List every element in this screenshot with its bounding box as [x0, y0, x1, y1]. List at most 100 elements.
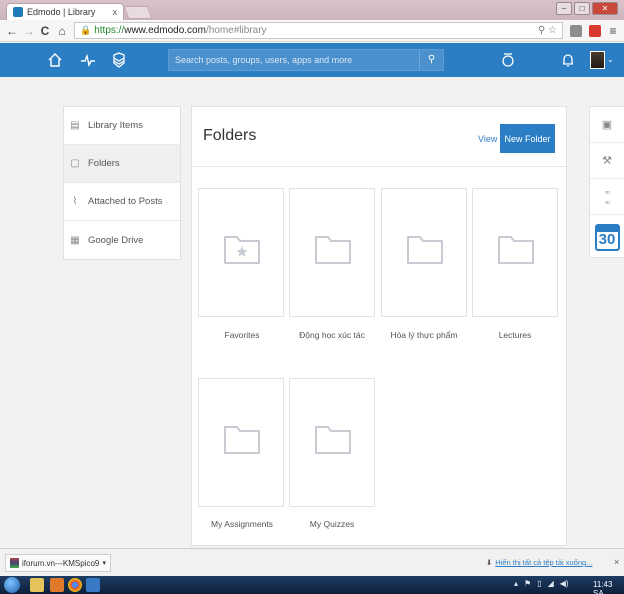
chevron-down-icon[interactable]: ▾ — [102, 559, 106, 567]
new-tab-button[interactable] — [123, 6, 153, 19]
apps-grid-icon: ▫▫ ▫▫ — [604, 186, 610, 207]
windows-taskbar: ▴ ⚑ ▯ ◢ ◀) 11:43 SA — [0, 576, 624, 594]
folder-tile-my-assignments[interactable] — [198, 378, 284, 507]
sidebar-item-attached-to-posts[interactable]: ⌇ Attached to Posts — [64, 183, 180, 221]
home-icon[interactable]: ⌂ — [57, 24, 67, 38]
lock-icon: 🔒 — [80, 25, 92, 35]
tab-title: Edmodo | Library — [27, 7, 96, 17]
forward-icon[interactable]: → — [23, 24, 35, 38]
view-link[interactable]: View — [478, 134, 497, 144]
folder-icon — [224, 426, 260, 454]
address-bar: ← → C ⌂ 🔒 https://www.edmodo.com/home#li… — [0, 20, 624, 42]
explorer-taskbar-icon[interactable] — [30, 578, 44, 592]
media-player-taskbar-icon[interactable] — [50, 578, 64, 592]
tab-close-icon[interactable]: x — [113, 7, 118, 17]
folder-label: My Assignments — [211, 519, 273, 529]
sidebar-item-label: Attached to Posts — [88, 196, 163, 207]
start-button[interactable] — [4, 577, 20, 593]
reload-icon[interactable]: C — [40, 24, 50, 38]
right-rail: ▣ ⚒ ▫▫ ▫▫ 30 — [589, 106, 624, 258]
calendar-day: 30 — [598, 230, 616, 248]
search-placeholder: Search posts, groups, users, apps and mo… — [175, 55, 353, 65]
folders-header: Folders View New Folder — [192, 107, 568, 167]
system-tray: ▴ ⚑ ▯ ◢ ◀) — [514, 579, 569, 588]
rail-item-backpack[interactable]: ▣ — [590, 107, 624, 143]
backpack-small-icon: ▣ — [601, 119, 613, 131]
search-input[interactable]: Search posts, groups, users, apps and mo… — [168, 49, 444, 71]
folders-panel: Folders View New Folder Favorites Động h… — [191, 106, 568, 546]
sidebar-item-google-drive[interactable]: ▦ Google Drive — [64, 221, 180, 259]
discover-icon[interactable] — [500, 52, 516, 71]
folder-tile-my-quizzes[interactable] — [289, 378, 375, 507]
activity-icon[interactable] — [80, 52, 96, 71]
folder-label: Favorites — [224, 330, 260, 340]
library-sidebar: ▤ Library Items ▢ Folders ⌇ Attached to … — [63, 106, 181, 260]
folder-tile-dong-hoc-xuc-tac[interactable] — [289, 188, 375, 317]
notification-bell-icon[interactable] — [561, 52, 575, 71]
folder-icon — [498, 236, 534, 264]
folder-label: Động học xúc tác — [299, 330, 365, 340]
url-host: www.edmodo.com — [124, 25, 206, 36]
download-file-name: iforum.vn---KMSpico9.2....rar — [22, 558, 100, 568]
close-window-button[interactable]: ✕ — [592, 2, 618, 15]
app-taskbar-icon[interactable] — [86, 578, 100, 592]
new-folder-button[interactable]: New Folder — [500, 124, 555, 153]
extension-red-icon[interactable] — [589, 24, 601, 37]
calendar-icon: 30 — [594, 223, 620, 251]
download-bar: iforum.vn---KMSpico9.2....rar ▾ ⬇ Hiển t… — [0, 548, 624, 576]
rar-file-icon — [10, 558, 19, 568]
folder-icon: ▢ — [70, 158, 80, 169]
browser-tab[interactable]: Edmodo | Library x — [6, 3, 124, 20]
folder-icon — [315, 426, 351, 454]
back-icon[interactable]: ← — [6, 24, 18, 38]
sidebar-item-label: Folders — [88, 158, 120, 169]
wrench-icon: ⚒ — [602, 155, 612, 167]
avatar[interactable] — [590, 51, 605, 69]
sidebar-item-library-items[interactable]: ▤ Library Items — [64, 107, 180, 145]
paperclip-icon: ⌇ — [72, 196, 78, 207]
rail-item-apps[interactable]: ▫▫ ▫▫ — [590, 179, 624, 215]
window-controls: – □ ✕ — [556, 2, 618, 15]
rail-item-tools[interactable]: ⚒ — [590, 143, 624, 179]
close-download-bar-icon[interactable]: × — [614, 557, 619, 567]
folder-label: Hóa lý thực phẩm — [390, 330, 458, 340]
minimize-button[interactable]: – — [556, 2, 572, 15]
app-header: Search posts, groups, users, apps and mo… — [0, 43, 624, 77]
folder-tile-favorites[interactable] — [198, 188, 284, 317]
chevron-down-icon[interactable]: ⌄ — [607, 55, 614, 64]
battery-icon[interactable]: ▯ — [537, 579, 541, 588]
download-arrow-icon: ⬇ — [486, 558, 493, 567]
maximize-button[interactable]: □ — [574, 2, 590, 15]
edmodo-favicon-icon — [13, 7, 23, 17]
folder-label: Lectures — [498, 330, 532, 340]
sidebar-item-folders[interactable]: ▢ Folders — [64, 145, 180, 183]
download-item[interactable]: iforum.vn---KMSpico9.2....rar ▾ — [5, 554, 111, 572]
extension-icon[interactable] — [570, 24, 582, 37]
tray-arrow-icon[interactable]: ▴ — [514, 579, 518, 588]
sidebar-item-label: Library Items — [88, 120, 143, 131]
backpack-icon[interactable] — [111, 52, 127, 71]
url-path: /home#library — [205, 25, 267, 36]
document-icon: ▦ — [70, 234, 80, 246]
folder-tile-hoa-ly-thuc-pham[interactable] — [381, 188, 467, 317]
browser-titlebar: Edmodo | Library x – □ ✕ — [0, 0, 624, 20]
page-title: Folders — [203, 127, 257, 144]
taskbar-clock[interactable]: 11:43 SA — [593, 580, 624, 594]
folder-label: My Quizzes — [309, 519, 355, 529]
rail-item-calendar[interactable]: 30 — [590, 215, 624, 257]
bookmark-star-icon[interactable]: ⚲ ☆ — [538, 25, 557, 36]
home-nav-icon[interactable] — [47, 52, 63, 71]
show-all-downloads-label: Hiển thị tất cả tệp tải xuống... — [495, 558, 593, 567]
star-folder-icon — [224, 236, 260, 264]
network-icon[interactable]: ◢ — [548, 579, 554, 588]
volume-icon[interactable]: ◀) — [560, 579, 569, 588]
url-field[interactable]: 🔒 https://www.edmodo.com/home#library ⚲ … — [74, 22, 563, 39]
search-icon[interactable]: ⚲ — [419, 50, 443, 70]
folder-icon — [315, 236, 351, 264]
show-all-downloads-link[interactable]: ⬇ Hiển thị tất cả tệp tải xuống... — [486, 558, 592, 567]
flag-icon[interactable]: ⚑ — [524, 579, 531, 588]
chrome-taskbar-icon[interactable] — [68, 578, 82, 592]
folder-tile-lectures[interactable] — [472, 188, 558, 317]
browser-menu-icon[interactable]: ≡ — [608, 24, 618, 38]
folder-icon — [407, 236, 443, 264]
